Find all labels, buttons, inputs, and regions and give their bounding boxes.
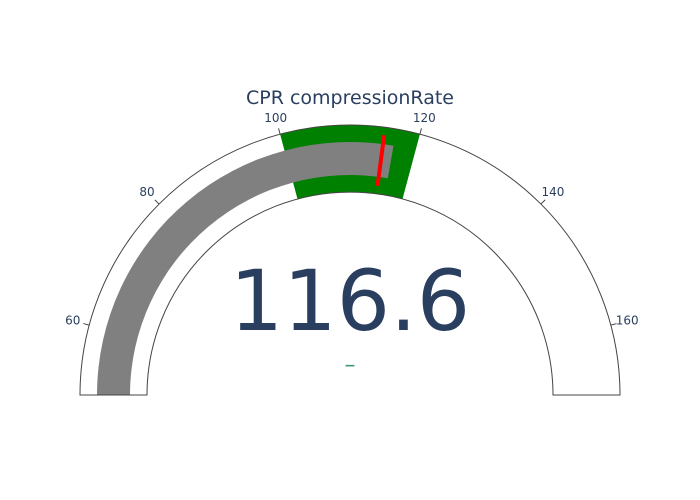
delta-indicator: − [344, 358, 356, 374]
gauge-tick [83, 323, 90, 326]
gauge-tick [419, 128, 422, 135]
gauge-tick-label: 80 [139, 185, 154, 199]
gauge-tick-label: 100 [264, 111, 287, 125]
gauge-tick-label: 140 [541, 185, 564, 199]
gauge-chart: CPR compressionRate 60 80 100 120 140 160 116… [65, 87, 639, 396]
gauge-tick [540, 199, 546, 205]
chart-title: CPR compressionRate [246, 87, 454, 109]
gauge-tick-label: 160 [616, 314, 639, 328]
gauge-tick-label: 120 [413, 111, 436, 125]
gauge-tick-label: 60 [65, 314, 80, 328]
gauge-tick [278, 128, 281, 135]
gauge-tick [154, 199, 160, 205]
gauge-value: 116.6 [230, 252, 470, 350]
